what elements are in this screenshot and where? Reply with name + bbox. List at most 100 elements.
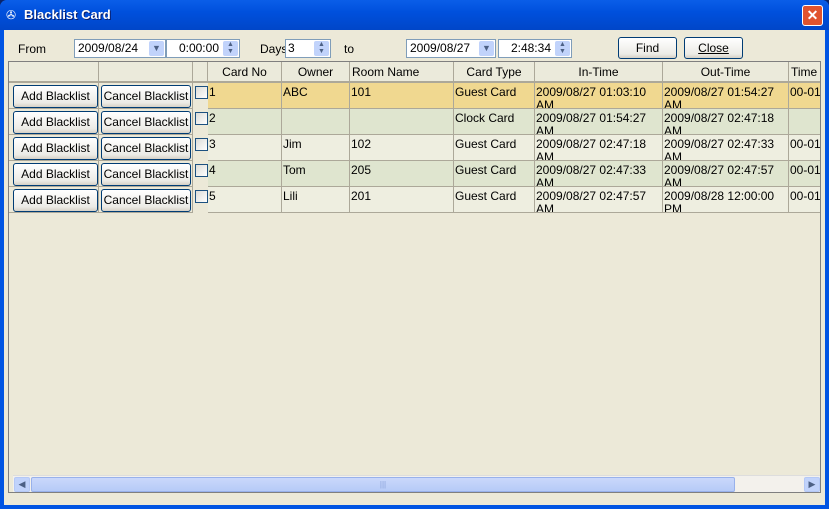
scroll-thumb[interactable]: ||| xyxy=(31,477,735,492)
add-blacklist-button[interactable]: Add Blacklist xyxy=(13,85,98,108)
cancel-blacklist-button[interactable]: Cancel Blacklist xyxy=(101,111,191,134)
room-name-cell xyxy=(350,109,454,135)
owner-cell: Jim xyxy=(282,135,350,161)
header-card-type[interactable]: Card Type xyxy=(454,62,535,83)
card-type-cell: Guest Card xyxy=(454,135,535,161)
to-date-picker[interactable]: 2009/08/27 ▼ xyxy=(406,39,496,58)
in-time-cell: 2009/08/27 02:47:18 AM xyxy=(535,135,663,161)
add-blacklist-button[interactable]: Add Blacklist xyxy=(13,163,98,186)
out-time-cell: 2009/08/27 02:47:33 AM xyxy=(663,135,789,161)
cancel-cell: Cancel Blacklist xyxy=(99,135,193,161)
cancel-cell: Cancel Blacklist xyxy=(99,161,193,187)
chevron-down-icon[interactable]: ▼ xyxy=(149,41,164,56)
in-time-cell: 2009/08/27 02:47:33 AM xyxy=(535,161,663,187)
from-time-spinner[interactable]: 0:00:00 ▲ ▼ xyxy=(166,39,240,58)
time-cell: 00-01 xyxy=(789,161,820,187)
row-checkbox[interactable] xyxy=(195,190,208,203)
owner-cell: Tom xyxy=(282,161,350,187)
header-card-no[interactable]: Card No xyxy=(208,62,282,83)
out-time-cell: 2009/08/27 02:47:18 AM xyxy=(663,109,789,135)
header-blank-3 xyxy=(193,62,208,83)
client-area: From 2009/08/24 ▼ 0:00:00 ▲ ▼ Days 3 ▲ ▼ to 2… xyxy=(4,30,825,505)
time-cell: 00-01 xyxy=(789,187,820,213)
days-spinner[interactable]: 3 ▲ ▼ xyxy=(285,39,331,58)
window: ✇ Blacklist Card ✕ From 2009/08/24 ▼ 0:00… xyxy=(0,0,829,509)
from-date-picker[interactable]: 2009/08/24 ▼ xyxy=(74,39,166,58)
room-name-cell: 102 xyxy=(350,135,454,161)
row-checkbox[interactable] xyxy=(195,86,208,99)
row-checkbox[interactable] xyxy=(195,164,208,177)
header-blank-2 xyxy=(99,62,193,83)
cancel-blacklist-button[interactable]: Cancel Blacklist xyxy=(101,189,191,212)
add-blacklist-button[interactable]: Add Blacklist xyxy=(13,137,98,160)
from-label: From xyxy=(18,42,46,56)
time-cell: 00-01 xyxy=(789,83,820,109)
scroll-right-icon[interactable]: ▶ xyxy=(804,477,820,492)
owner-cell: Lili xyxy=(282,187,350,213)
title-bar[interactable]: ✇ Blacklist Card ✕ xyxy=(0,0,829,30)
days-label: Days xyxy=(260,42,288,56)
spin-arrows-icon[interactable]: ▲ ▼ xyxy=(555,41,570,56)
find-button[interactable]: Find xyxy=(618,37,677,59)
table-row[interactable]: Add Blacklist Cancel Blacklist 3 Jim 102 Gues… xyxy=(9,135,820,161)
cancel-cell: Cancel Blacklist xyxy=(99,83,193,109)
window-title: Blacklist Card xyxy=(24,7,111,22)
spin-arrows-icon[interactable]: ▲ ▼ xyxy=(314,41,329,56)
horizontal-scrollbar[interactable]: ◀ ||| ▶ xyxy=(13,475,820,492)
to-time-spinner[interactable]: 2:48:34 ▲ ▼ xyxy=(498,39,572,58)
days-value: 3 xyxy=(288,41,295,55)
cancel-blacklist-button[interactable]: Cancel Blacklist xyxy=(101,163,191,186)
add-blacklist-button[interactable]: Add Blacklist xyxy=(13,111,98,134)
time-cell: 00-01 xyxy=(789,135,820,161)
to-label: to xyxy=(344,42,355,56)
card-type-cell: Guest Card xyxy=(454,161,535,187)
add-cell: Add Blacklist xyxy=(9,109,99,135)
in-time-cell: 2009/08/27 01:54:27 AM xyxy=(535,109,663,135)
scroll-left-icon[interactable]: ◀ xyxy=(14,477,30,492)
spin-arrows-icon[interactable]: ▲ ▼ xyxy=(223,41,238,56)
out-time-cell: 2009/08/28 12:00:00 PM xyxy=(663,187,789,213)
header-blank-1 xyxy=(9,62,99,83)
add-cell: Add Blacklist xyxy=(9,83,99,109)
header-in-time[interactable]: In-Time xyxy=(535,62,663,83)
from-time-value: 0:00:00 xyxy=(178,41,219,55)
cancel-cell: Cancel Blacklist xyxy=(99,109,193,135)
add-blacklist-button[interactable]: Add Blacklist xyxy=(13,189,98,212)
card-type-cell: Guest Card xyxy=(454,187,535,213)
header-out-time[interactable]: Out-Time xyxy=(663,62,789,83)
card-no-cell: 1 xyxy=(208,83,282,109)
card-type-cell: Clock Card xyxy=(454,109,535,135)
chevron-down-icon[interactable]: ▼ xyxy=(479,41,494,56)
cancel-blacklist-button[interactable]: Cancel Blacklist xyxy=(101,85,191,108)
table-row[interactable]: Add Blacklist Cancel Blacklist 4 Tom 205 Gues… xyxy=(9,161,820,187)
room-name-cell: 201 xyxy=(350,187,454,213)
table-row[interactable]: Add Blacklist Cancel Blacklist 1 ABC 101 Gues… xyxy=(9,83,820,109)
card-no-cell: 4 xyxy=(208,161,282,187)
row-checkbox[interactable] xyxy=(195,112,208,125)
close-button[interactable]: Close xyxy=(684,37,743,59)
table-row[interactable]: Add Blacklist Cancel Blacklist 5 Lili 201 Gue… xyxy=(9,187,820,213)
row-checkbox[interactable] xyxy=(195,138,208,151)
owner-cell xyxy=(282,109,350,135)
card-no-cell: 5 xyxy=(208,187,282,213)
header-owner[interactable]: Owner xyxy=(282,62,350,83)
add-cell: Add Blacklist xyxy=(9,161,99,187)
cancel-cell: Cancel Blacklist xyxy=(99,187,193,213)
cancel-blacklist-button[interactable]: Cancel Blacklist xyxy=(101,137,191,160)
card-type-cell: Guest Card xyxy=(454,83,535,109)
close-window-button[interactable]: ✕ xyxy=(802,5,823,26)
header-room-name[interactable]: Room Name xyxy=(350,62,454,83)
time-cell xyxy=(789,109,820,135)
header-time[interactable]: Time xyxy=(789,62,820,83)
add-cell: Add Blacklist xyxy=(9,187,99,213)
app-icon: ✇ xyxy=(6,8,17,22)
room-name-cell: 101 xyxy=(350,83,454,109)
table-row[interactable]: Add Blacklist Cancel Blacklist 2 Clock Card… xyxy=(9,109,820,135)
owner-cell: ABC xyxy=(282,83,350,109)
in-time-cell: 2009/08/27 01:03:10 AM xyxy=(535,83,663,109)
from-date-value: 2009/08/24 xyxy=(78,41,139,55)
out-time-cell: 2009/08/27 02:47:57 AM xyxy=(663,161,789,187)
card-no-cell: 2 xyxy=(208,109,282,135)
in-time-cell: 2009/08/27 02:47:57 AM xyxy=(535,187,663,213)
to-date-value: 2009/08/27 xyxy=(410,41,471,55)
